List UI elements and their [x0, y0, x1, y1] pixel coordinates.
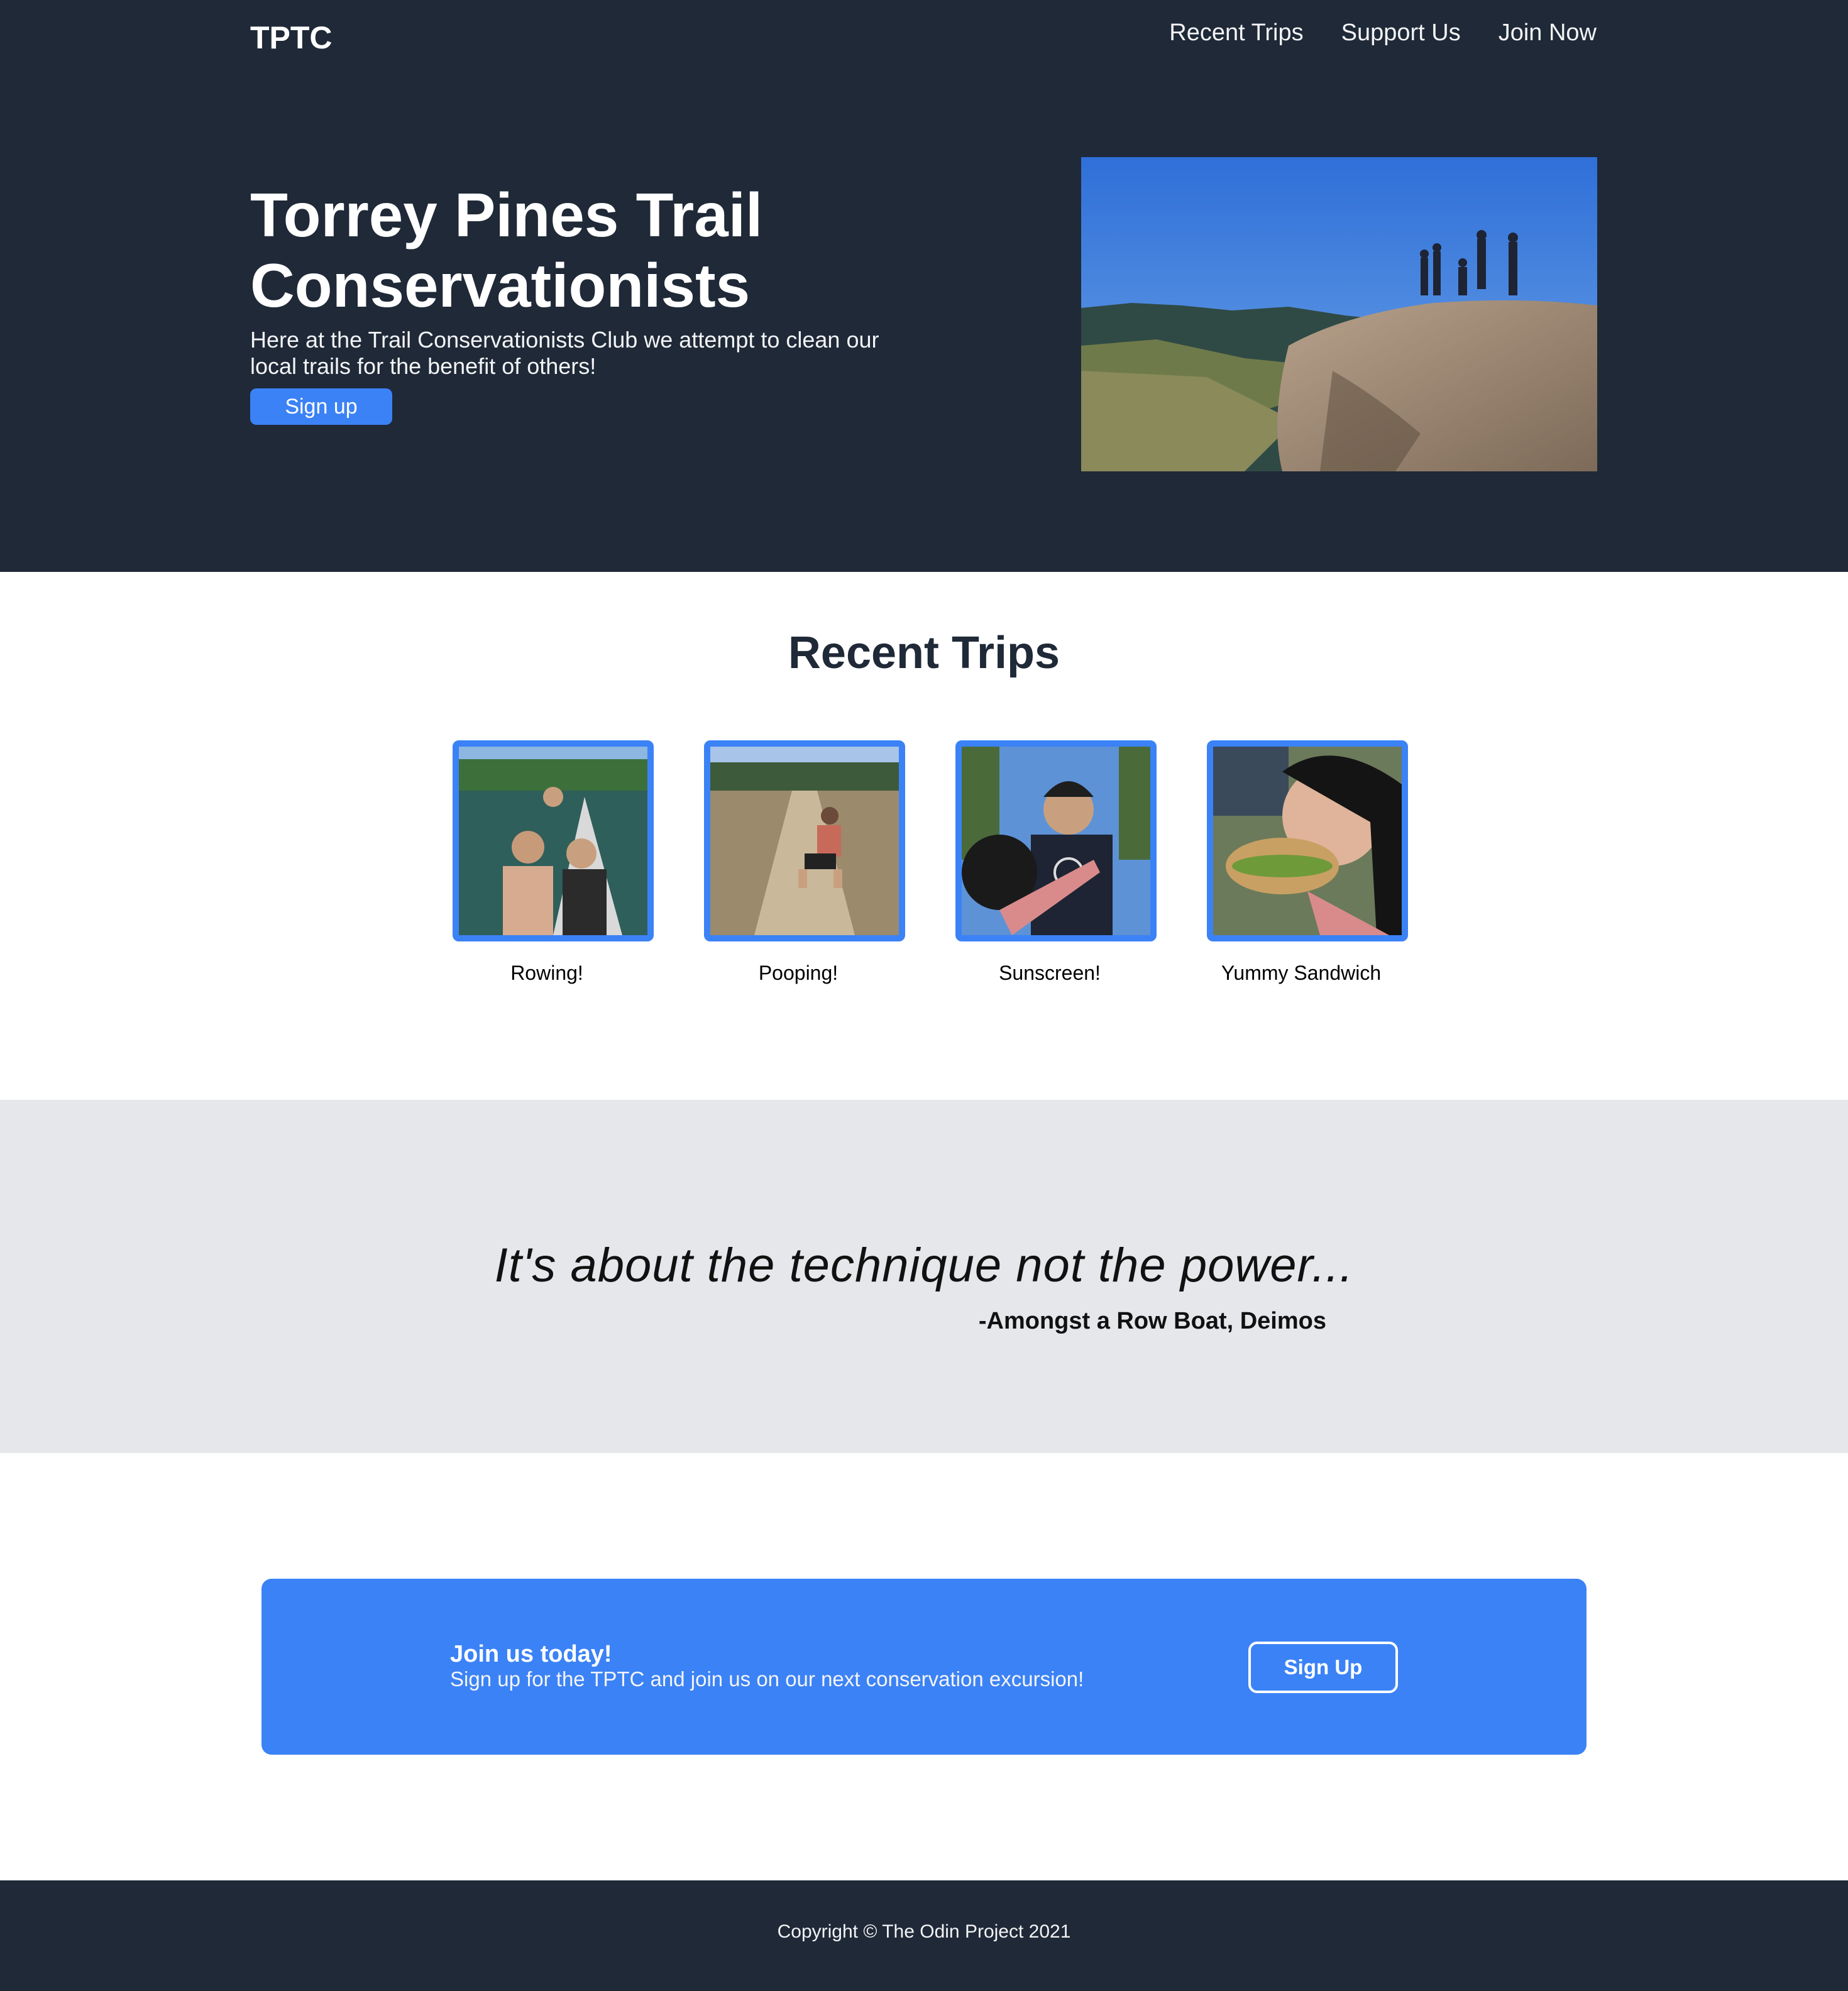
trip-card-sandwich[interactable]: Yummy Sandwich	[1207, 740, 1408, 985]
hero-section: TPTC Recent Trips Support Us Join Now To…	[0, 0, 1848, 572]
trip-caption: Pooping!	[758, 962, 839, 984]
nav-recent-trips[interactable]: Recent Trips	[1169, 15, 1303, 50]
trip-card-rowing[interactable]: Rowing!	[453, 740, 654, 985]
main-nav: Recent Trips Support Us Join Now	[1169, 15, 1597, 50]
trip-photo	[704, 740, 905, 941]
hero-title: Torrey Pines Trail Conservationists	[250, 180, 763, 320]
trip-caption: Sunscreen!	[999, 962, 1101, 984]
nav-join-now[interactable]: Join Now	[1499, 15, 1597, 50]
trip-card-pooping[interactable]: Pooping!	[704, 740, 905, 985]
quote-author: -Amongst a Row Boat, Deimos	[978, 1308, 1326, 1334]
trip-card-sunscreen[interactable]: Sunscreen!	[955, 740, 1157, 985]
footer-copyright: Copyright © The Odin Project 2021	[777, 1921, 1071, 1942]
cta-box: Join us today! Sign up for the TPTC and …	[261, 1579, 1587, 1755]
nav-support-us[interactable]: Support Us	[1341, 15, 1461, 50]
trip-photo	[955, 740, 1157, 941]
hero-photo	[1081, 157, 1597, 471]
footer: Copyright © The Odin Project 2021	[0, 1880, 1848, 1991]
hero-description: Here at the Trail Conservationists Club …	[250, 327, 879, 379]
recent-trips-title: Recent Trips	[788, 628, 1060, 678]
cta-description: Sign up for the TPTC and join us on our …	[450, 1667, 1084, 1691]
cta-title: Join us today!	[450, 1641, 612, 1667]
trip-caption: Yummy Sandwich	[1221, 962, 1382, 984]
trip-caption: Rowing!	[510, 962, 583, 984]
quote-text: It's about the technique not the power..…	[494, 1239, 1354, 1292]
cta-signup-button[interactable]: Sign Up	[1248, 1642, 1398, 1693]
site-logo[interactable]: TPTC	[250, 18, 333, 58]
hero-signup-button[interactable]: Sign up	[250, 388, 392, 425]
trip-photo	[1207, 740, 1408, 941]
trip-photo	[453, 740, 654, 941]
